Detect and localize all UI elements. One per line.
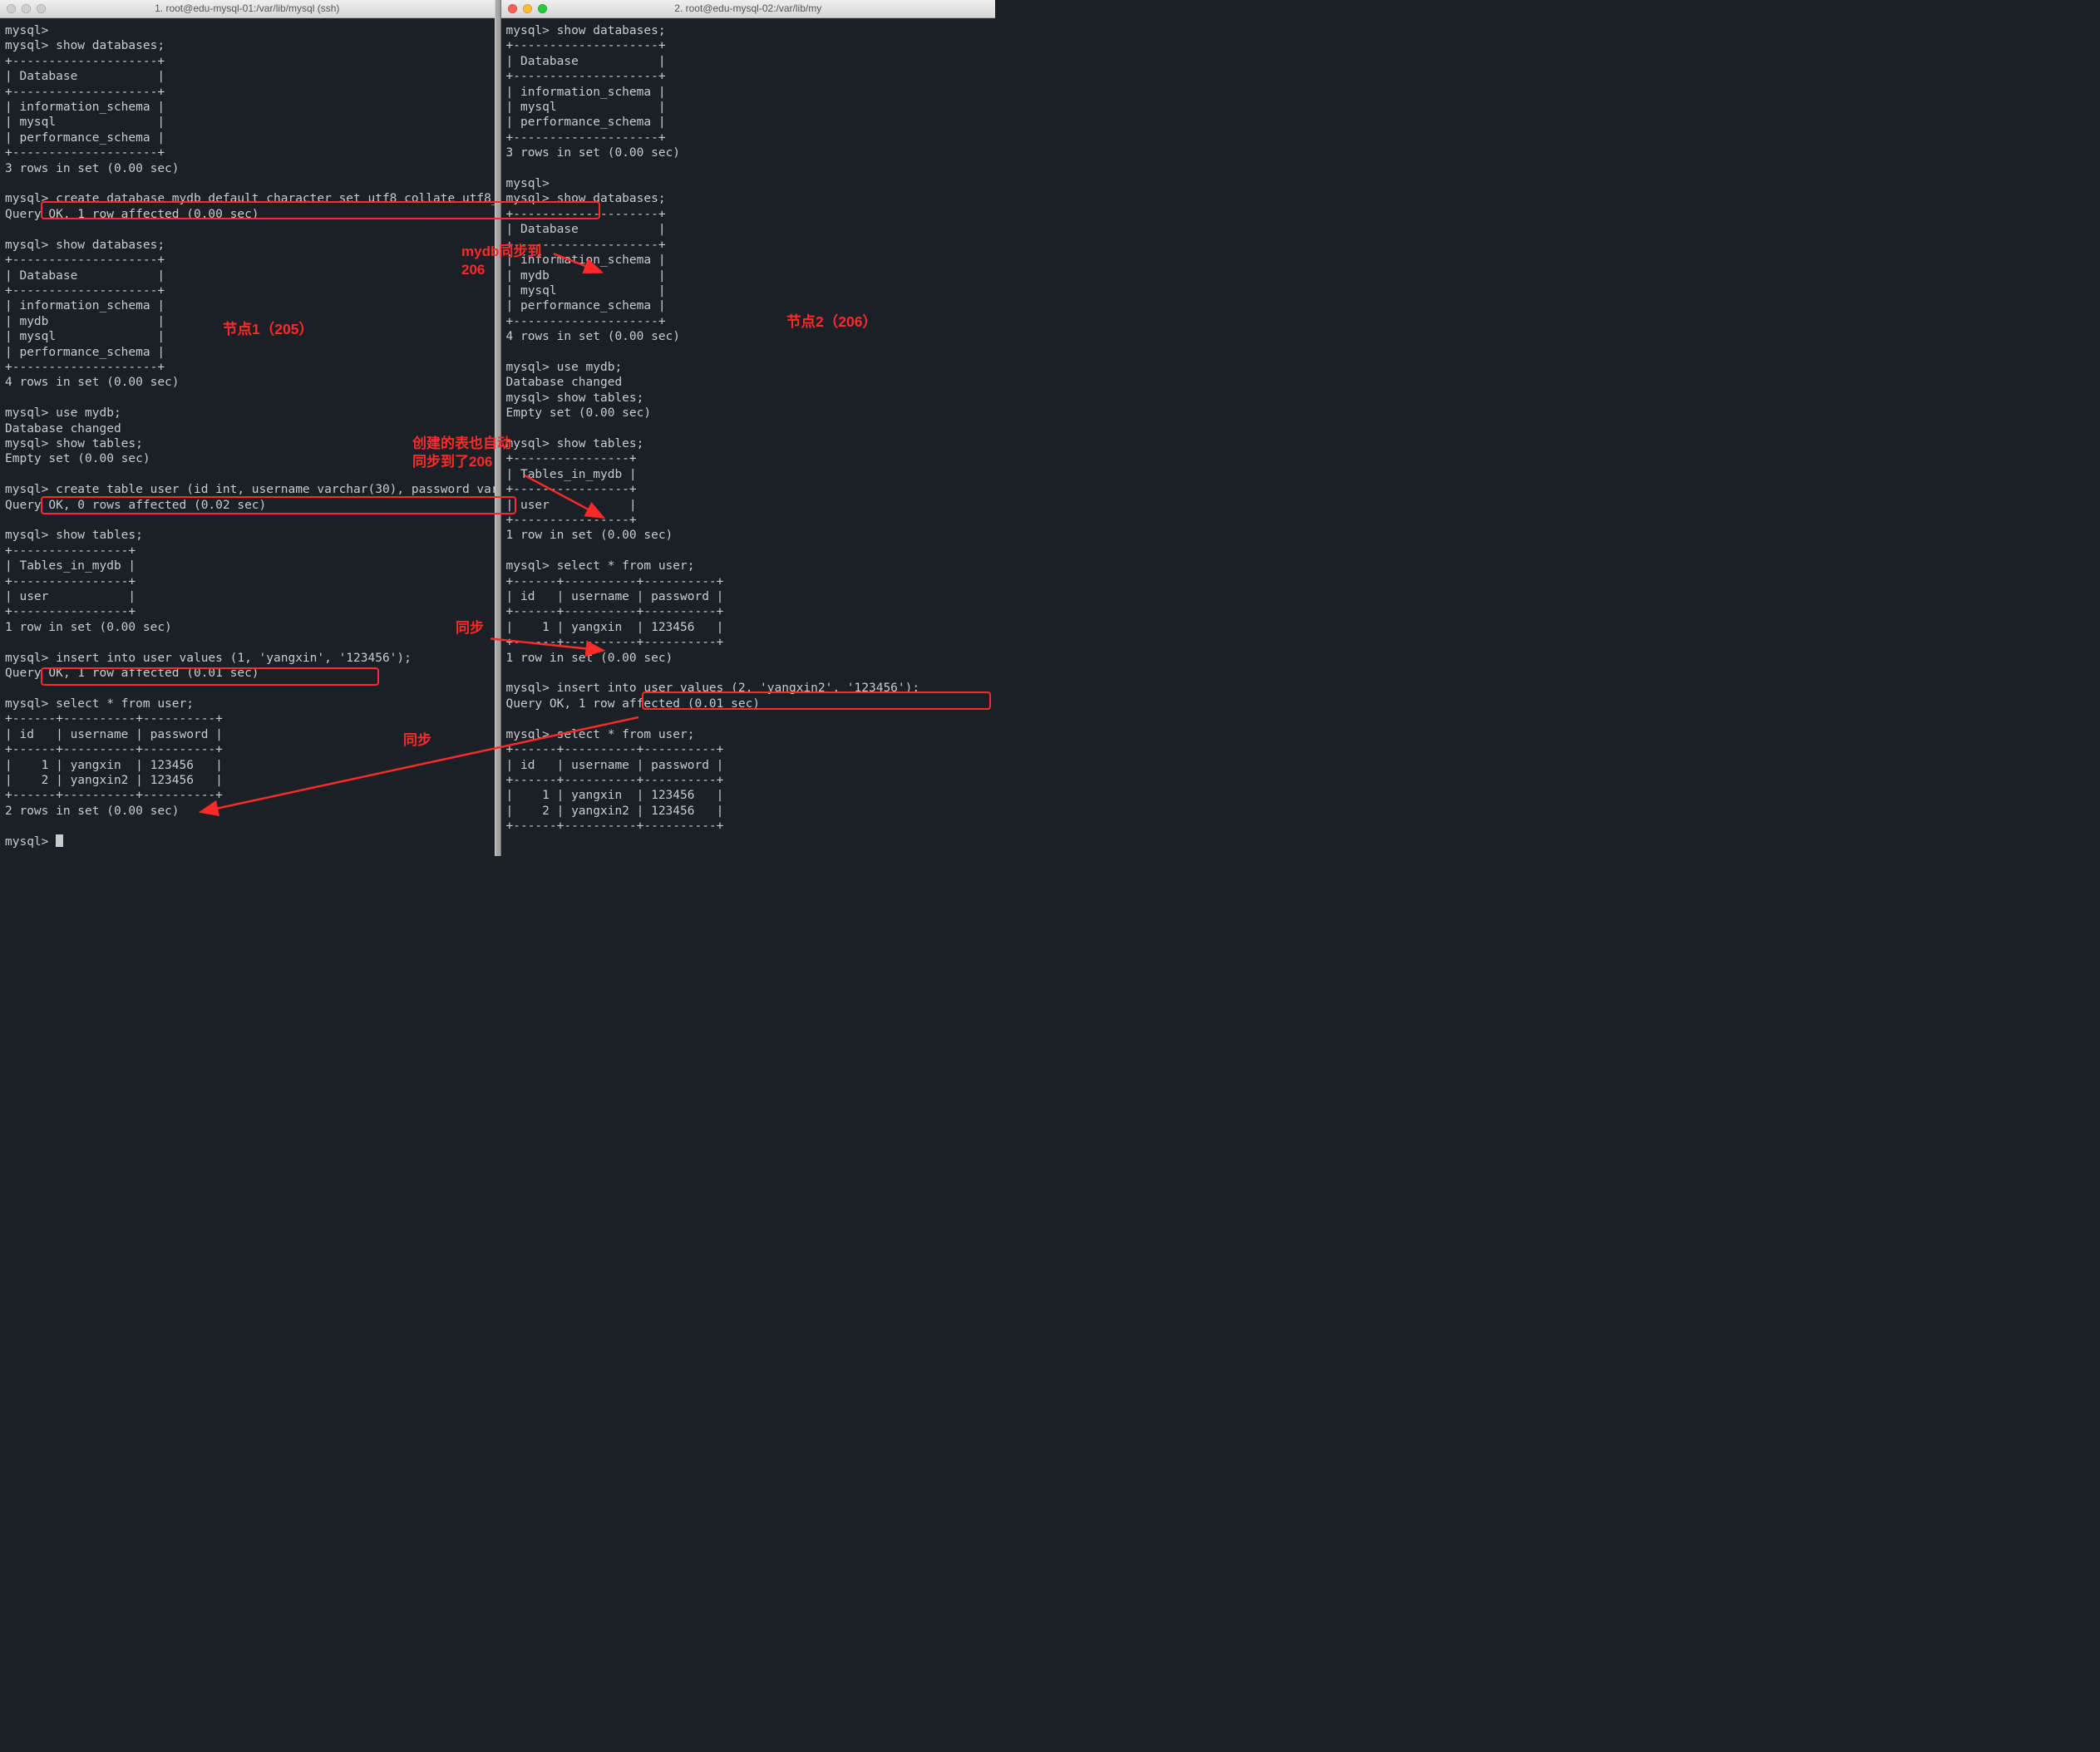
window-controls-right[interactable]: [508, 4, 547, 13]
window-title-left: 1. root@edu-mysql-01:/var/lib/mysql (ssh…: [0, 2, 495, 15]
minimize-icon[interactable]: [22, 4, 31, 13]
maximize-icon[interactable]: [37, 4, 46, 13]
close-icon[interactable]: [7, 4, 16, 13]
window-controls-left[interactable]: [7, 4, 46, 13]
titlebar-right[interactable]: 2. root@edu-mysql-02:/var/lib/my: [501, 0, 996, 18]
terminal-output-left[interactable]: mysql> mysql> show databases; +---------…: [0, 18, 495, 856]
pane-divider[interactable]: [495, 0, 501, 856]
close-icon[interactable]: [508, 4, 517, 13]
terminal-pane-left[interactable]: 1. root@edu-mysql-01:/var/lib/mysql (ssh…: [0, 0, 495, 856]
terminal-output-right[interactable]: mysql> show databases; +----------------…: [501, 18, 996, 841]
titlebar-left[interactable]: 1. root@edu-mysql-01:/var/lib/mysql (ssh…: [0, 0, 495, 18]
window-title-right: 2. root@edu-mysql-02:/var/lib/my: [501, 2, 996, 15]
minimize-icon[interactable]: [523, 4, 532, 13]
cursor: [56, 834, 63, 847]
maximize-icon[interactable]: [538, 4, 547, 13]
terminal-pane-right[interactable]: 2. root@edu-mysql-02:/var/lib/my mysql> …: [501, 0, 996, 856]
split-container: 1. root@edu-mysql-01:/var/lib/mysql (ssh…: [0, 0, 995, 856]
